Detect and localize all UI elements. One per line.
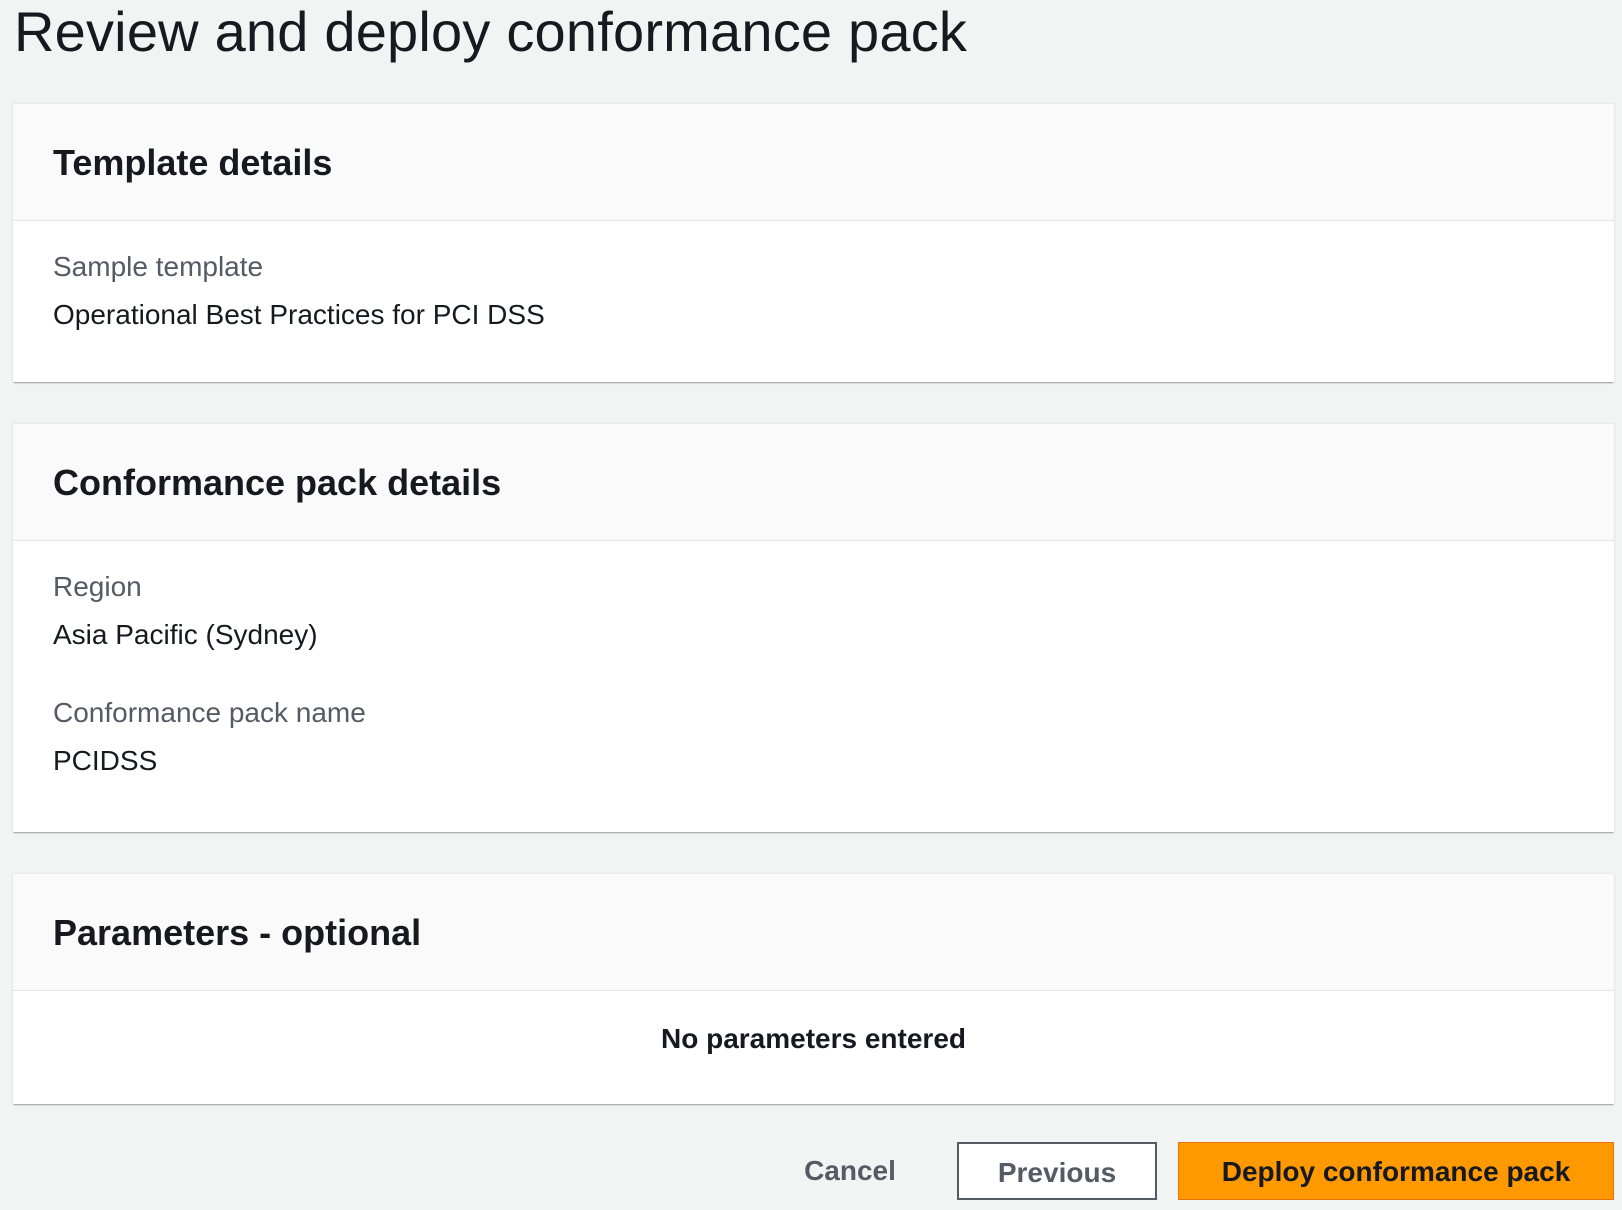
region-value: Asia Pacific (Sydney) [53, 619, 318, 650]
template-details-header: Template details [13, 104, 1614, 221]
region-label: Region [53, 571, 142, 602]
previous-button[interactable]: Previous [957, 1142, 1157, 1200]
no-parameters-message: No parameters entered [660, 1023, 966, 1054]
parameters-panel: Parameters - optional No parameters ente… [13, 873, 1614, 1104]
conformance-pack-details-header: Conformance pack details [13, 424, 1614, 541]
conformance-pack-name-label: Conformance pack name [53, 697, 366, 728]
cancel-button[interactable]: Cancel [780, 1142, 920, 1200]
deploy-conformance-pack-button[interactable]: Deploy conformance pack [1178, 1142, 1614, 1200]
wizard-actions: Cancel Previous Deploy conformance pack [0, 1142, 1622, 1202]
template-details-panel: Template details Sample template Operati… [13, 103, 1614, 382]
sample-template-label: Sample template [53, 251, 264, 282]
page-title: Review and deploy conformance pack [14, 0, 968, 63]
conformance-pack-details-title: Conformance pack details [53, 462, 502, 503]
parameters-title: Parameters - optional [53, 912, 422, 953]
conformance-pack-name-value: PCIDSS [53, 745, 158, 776]
template-details-title: Template details [53, 142, 333, 183]
conformance-pack-details-panel: Conformance pack details Region Asia Pac… [13, 423, 1614, 832]
sample-template-value: Operational Best Practices for PCI DSS [53, 299, 545, 330]
parameters-header: Parameters - optional [13, 874, 1614, 991]
